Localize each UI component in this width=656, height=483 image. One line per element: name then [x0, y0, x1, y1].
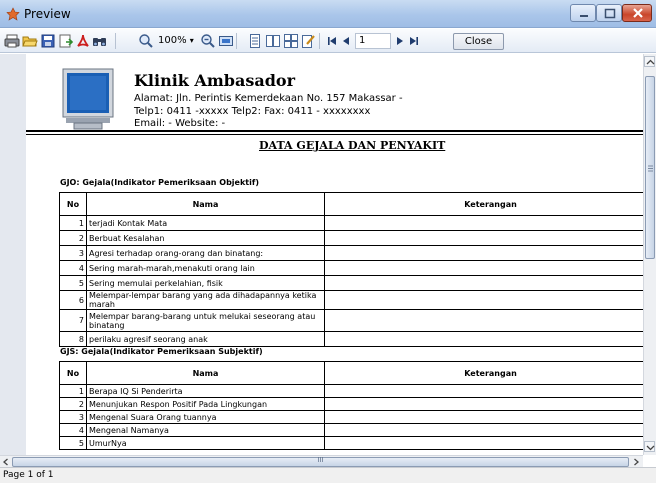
phone-line: Telp1: 0411 -xxxxx Telp2: Fax: 0411 - xx…	[134, 106, 371, 117]
page-status: Page 1 of 1	[3, 470, 54, 480]
zoom-icon[interactable]	[138, 33, 154, 49]
chevron-left-icon	[3, 458, 8, 466]
minimize-button[interactable]	[570, 4, 596, 22]
first-page-icon[interactable]	[326, 33, 338, 49]
column-header-nama: Nama	[86, 192, 325, 216]
thumbnails-icon[interactable]	[283, 33, 299, 49]
print-icon[interactable]	[4, 33, 20, 49]
status-bar: Page 1 of 1	[0, 467, 656, 483]
column-header-keterangan: Keterangan	[324, 361, 643, 385]
table-row: 2 Menunjukan Respon Positif Pada Lingkun…	[59, 397, 643, 411]
section-title-objective: GJO: Gejala(Indikator Pemeriksaan Objekt…	[60, 178, 259, 187]
grip-icon: III	[317, 456, 324, 464]
table-row: 3 Agresi terhadap orang-orang dan binata…	[59, 245, 643, 261]
prev-page-icon[interactable]	[341, 33, 351, 49]
column-header-no: No	[59, 361, 87, 385]
app-icon	[6, 7, 20, 21]
next-page-icon[interactable]	[395, 33, 405, 49]
close-button[interactable]: Close	[453, 33, 504, 50]
multi-page-icon[interactable]	[265, 33, 281, 49]
pdf-icon[interactable]	[75, 33, 91, 49]
table-row: 5 Sering memulai perkelahian, fisik	[59, 275, 643, 291]
clinic-name: Klinik Ambasador	[134, 71, 295, 90]
window-title: Preview	[24, 7, 71, 21]
objective-table: No Nama Keterangan 1 terjadi Kontak Mata…	[59, 192, 643, 347]
zoom-select[interactable]: 100% ▾	[158, 34, 196, 48]
document-area: Klinik Ambasador Alamat: Jln. Perintis K…	[0, 54, 643, 455]
monitor-logo-icon	[62, 68, 114, 131]
chevron-down-icon	[646, 445, 655, 451]
export-icon[interactable]	[58, 33, 74, 49]
minimize-icon	[580, 15, 588, 17]
header-divider-thin	[26, 134, 643, 135]
chevron-up-icon	[646, 59, 655, 65]
preview-window: Preview 100% ▾ 1 Close Klinik Ambasador …	[0, 0, 656, 483]
open-folder-icon[interactable]	[22, 33, 38, 49]
zoom-value: 100%	[158, 35, 187, 46]
address-line: Alamat: Jln. Perintis Kemerdekaan No. 15…	[134, 93, 403, 104]
subjective-table: No Nama Keterangan 1 Berapa IQ Si Pender…	[59, 361, 643, 450]
column-header-keterangan: Keterangan	[324, 192, 643, 216]
grip-icon	[648, 165, 653, 172]
chevron-down-icon: ▾	[189, 36, 194, 45]
last-page-icon[interactable]	[408, 33, 420, 49]
scroll-up-button[interactable]	[644, 56, 655, 67]
table-row: 6 Melempar-lempar barang yang ada dihada…	[59, 290, 643, 310]
close-icon	[633, 8, 643, 18]
table-row: 8 perilaku agresif seorang anak	[59, 331, 643, 347]
horizontal-scrollbar[interactable]: III	[0, 455, 643, 467]
table-row: 1 Berapa IQ Si Penderirta	[59, 384, 643, 398]
email-line: Email: - Website: -	[134, 118, 226, 129]
window-close-button[interactable]	[622, 4, 652, 22]
table-row: 7 Melempar barang-barang untuk melukai s…	[59, 309, 643, 332]
separator-1	[115, 33, 117, 49]
find-icon[interactable]	[92, 33, 108, 49]
column-header-nama: Nama	[86, 361, 325, 385]
save-icon[interactable]	[40, 33, 56, 49]
column-header-no: No	[59, 192, 87, 216]
chevron-right-icon	[634, 458, 639, 466]
single-page-icon[interactable]	[247, 33, 263, 49]
separator-2	[236, 33, 238, 49]
table-row: 4 Sering marah-marah,menakuti orang lain	[59, 260, 643, 276]
title-bar: Preview	[0, 0, 656, 28]
table-row: 2 Berbuat Kesalahan	[59, 230, 643, 246]
maximize-button[interactable]	[596, 4, 622, 22]
edit-page-icon[interactable]	[300, 33, 316, 49]
separator-3	[319, 33, 321, 49]
fit-page-icon[interactable]	[218, 33, 234, 49]
table-row: 3 Mengenal Suara Orang tuannya	[59, 410, 643, 424]
scroll-down-button[interactable]	[644, 441, 655, 452]
table-row: 1 terjadi Kontak Mata	[59, 215, 643, 231]
table-row: 4 Mengenal Namanya	[59, 423, 643, 437]
toolbar: 100% ▾ 1 Close	[0, 29, 656, 53]
zoom-out-icon[interactable]	[200, 33, 216, 49]
maximize-icon	[604, 8, 616, 19]
vertical-scroll-thumb[interactable]	[645, 76, 655, 259]
report-page: Klinik Ambasador Alamat: Jln. Perintis K…	[26, 54, 643, 455]
horizontal-scroll-thumb[interactable]: III	[12, 456, 629, 467]
vertical-scrollbar[interactable]	[643, 54, 656, 455]
table-row: 5 UmurNya	[59, 436, 643, 450]
report-title: DATA GEJALA DAN PENYAKIT	[259, 139, 446, 152]
header-divider	[26, 130, 643, 132]
page-number-input[interactable]: 1	[355, 33, 391, 49]
section-title-subjective: GJS: Gejala(Indikator Pemeriksaan Subjek…	[60, 347, 263, 356]
